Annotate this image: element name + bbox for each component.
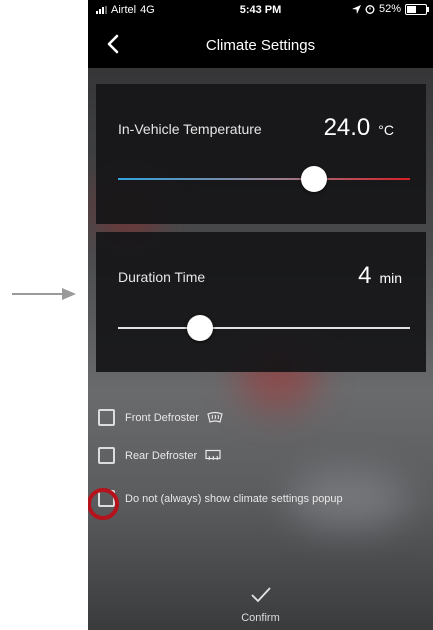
temperature-unit: °C (378, 122, 394, 138)
temperature-card: In-Vehicle Temperature 24.0 °C (96, 84, 426, 224)
front-defroster-label: Front Defroster (125, 411, 199, 424)
rear-defroster-label: Rear Defroster (125, 449, 198, 462)
duration-unit: min (379, 270, 402, 286)
nav-bar: Climate Settings (88, 20, 433, 68)
location-icon (351, 4, 361, 14)
duration-slider-thumb[interactable] (186, 315, 213, 341)
battery-icon (405, 3, 429, 15)
front-defroster-option[interactable]: Front Defroster (98, 409, 223, 426)
duration-value: 4 min (358, 262, 402, 290)
annotation-arrow-icon (12, 288, 76, 300)
checkmark-icon (250, 587, 271, 603)
front-defrost-icon (207, 411, 223, 423)
highlight-circle (88, 488, 119, 520)
status-bar: Airtel 4G 5:43 PM 52% (88, 0, 433, 20)
phone-screen: Airtel 4G 5:43 PM 52% Climate Settings I… (88, 0, 433, 630)
temperature-slider-thumb[interactable] (300, 166, 327, 192)
rear-defroster-checkbox[interactable] (98, 447, 115, 464)
popup-preference-label: Do not (always) show climate settings po… (125, 492, 343, 505)
duration-number: 4 (358, 262, 372, 289)
battery-percent: 52% (378, 3, 401, 15)
confirm-label: Confirm (241, 612, 280, 624)
duration-card: Duration Time 4 min (96, 232, 426, 372)
duration-label: Duration Time (118, 269, 206, 285)
confirm-button[interactable]: Confirm (88, 586, 433, 626)
front-defroster-checkbox[interactable] (98, 409, 115, 426)
temperature-slider-track[interactable] (118, 178, 410, 180)
temperature-number: 24.0 (323, 114, 371, 141)
temperature-value: 24.0 °C (324, 114, 394, 142)
rear-defrost-icon (205, 449, 221, 460)
alarm-icon (365, 5, 375, 14)
rear-defroster-option[interactable]: Rear Defroster (98, 447, 221, 464)
popup-preference-option[interactable]: Do not (always) show climate settings po… (98, 490, 343, 507)
temperature-label: In-Vehicle Temperature (118, 121, 262, 137)
page-title: Climate Settings (205, 37, 316, 54)
duration-slider-track[interactable] (118, 327, 410, 329)
